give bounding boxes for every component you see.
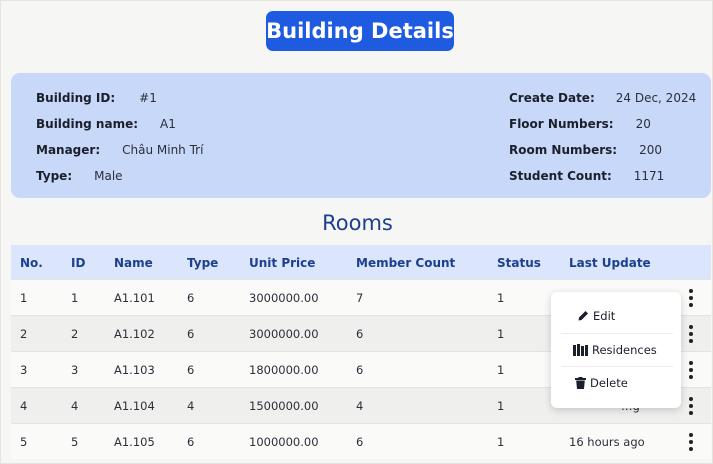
cell-id: 4 xyxy=(71,399,79,413)
row-action-menu: Edit Residences Delete xyxy=(551,292,681,408)
pen-icon xyxy=(578,311,588,321)
menu-item-edit[interactable]: Edit xyxy=(561,300,673,332)
trash-icon xyxy=(575,377,586,389)
floor-numbers-value: 20 xyxy=(635,117,651,131)
cell-status: 1 xyxy=(497,399,505,413)
floor-numbers-row: Floor Numbers: 20 xyxy=(509,117,651,131)
books-icon xyxy=(573,344,588,356)
building-id-label: Building ID: xyxy=(36,91,116,105)
col-header-unit-price: Unit Price xyxy=(249,256,316,270)
menu-item-delete[interactable]: Delete xyxy=(561,367,673,399)
manager-row: Manager: Châu Minh Trí xyxy=(36,143,203,157)
cell-name: A1.102 xyxy=(114,327,155,341)
menu-item-residences[interactable]: Residences xyxy=(561,334,673,366)
floor-numbers-label: Floor Numbers: xyxy=(509,117,614,131)
menu-item-delete-label: Delete xyxy=(590,376,628,390)
student-count-row: Student Count: 1171 xyxy=(509,169,664,183)
create-date-label: Create Date: xyxy=(509,91,595,105)
cell-id: 3 xyxy=(71,363,79,377)
more-vertical-icon[interactable] xyxy=(686,289,696,307)
cell-unit-price: 1000000.00 xyxy=(249,435,319,449)
cell-unit-price: 3000000.00 xyxy=(249,291,319,305)
cell-status: 1 xyxy=(497,435,505,449)
more-vertical-icon[interactable] xyxy=(686,325,696,343)
more-vertical-icon[interactable] xyxy=(686,397,696,415)
col-header-no: No. xyxy=(20,256,43,270)
cell-unit-price: 3000000.00 xyxy=(249,327,319,341)
type-row: Type: Male xyxy=(36,169,123,183)
rooms-heading: Rooms xyxy=(322,211,393,235)
cell-name: A1.104 xyxy=(114,399,155,413)
student-count-label: Student Count: xyxy=(509,169,612,183)
col-header-type: Type xyxy=(187,256,219,270)
manager-label: Manager: xyxy=(36,143,101,157)
cell-type: 6 xyxy=(187,291,195,305)
table-row[interactable]: 5 5 A1.105 6 1000000.00 6 1 16 hours ago xyxy=(11,423,711,459)
cell-name: A1.101 xyxy=(114,291,155,305)
more-vertical-icon[interactable] xyxy=(686,361,696,379)
cell-member-count: 6 xyxy=(356,435,364,449)
room-numbers-value: 200 xyxy=(639,143,662,157)
col-header-name: Name xyxy=(114,256,153,270)
menu-item-edit-label: Edit xyxy=(593,309,616,323)
create-date-row: Create Date: 24 Dec, 2024 xyxy=(509,91,696,105)
cell-member-count: 6 xyxy=(356,327,364,341)
cell-name: A1.103 xyxy=(114,363,155,377)
cell-last-update: 16 hours ago xyxy=(569,435,645,449)
building-name-value: A1 xyxy=(160,117,176,131)
col-header-last-update: Last Update xyxy=(569,256,651,270)
cell-member-count: 6 xyxy=(356,363,364,377)
cell-no: 5 xyxy=(20,435,28,449)
page-frame: Building Details Building ID: #1 Buildin… xyxy=(0,0,713,464)
cell-unit-price: 1800000.00 xyxy=(249,363,319,377)
cell-id: 2 xyxy=(71,327,79,341)
cell-no: 1 xyxy=(20,291,28,305)
cell-member-count: 7 xyxy=(356,291,364,305)
building-id-row: Building ID: #1 xyxy=(36,91,157,105)
building-name-label: Building name: xyxy=(36,117,139,131)
cell-unit-price: 1500000.00 xyxy=(249,399,319,413)
cell-no: 3 xyxy=(20,363,28,377)
student-count-value: 1171 xyxy=(633,169,665,183)
cell-status: 1 xyxy=(497,363,505,377)
col-header-id: ID xyxy=(71,256,86,270)
page-title: Building Details xyxy=(266,11,454,51)
type-value: Male xyxy=(94,169,123,183)
cell-id: 1 xyxy=(71,291,79,305)
cell-status: 1 xyxy=(497,291,505,305)
type-label: Type: xyxy=(36,169,73,183)
table-header: No. ID Name Type Unit Price Member Count… xyxy=(11,245,711,279)
manager-value: Châu Minh Trí xyxy=(122,143,204,157)
menu-item-residences-label: Residences xyxy=(592,343,657,357)
cell-type: 4 xyxy=(187,399,195,413)
cell-no: 4 xyxy=(20,399,28,413)
cell-type: 6 xyxy=(187,363,195,377)
room-numbers-label: Room Numbers: xyxy=(509,143,618,157)
cell-member-count: 4 xyxy=(356,399,364,413)
col-header-status: Status xyxy=(497,256,541,270)
col-header-member-count: Member Count xyxy=(356,256,456,270)
more-vertical-icon[interactable] xyxy=(686,433,696,451)
cell-no: 2 xyxy=(20,327,28,341)
building-id-value: #1 xyxy=(139,91,157,105)
create-date-value: 24 Dec, 2024 xyxy=(615,91,697,105)
cell-id: 5 xyxy=(71,435,79,449)
cell-name: A1.105 xyxy=(114,435,155,449)
cell-status: 1 xyxy=(497,327,505,341)
building-name-row: Building name: A1 xyxy=(36,117,176,131)
room-numbers-row: Room Numbers: 200 xyxy=(509,143,662,157)
cell-type: 6 xyxy=(187,327,195,341)
cell-type: 6 xyxy=(187,435,195,449)
building-info-panel: Building ID: #1 Building name: A1 Manage… xyxy=(11,73,711,198)
